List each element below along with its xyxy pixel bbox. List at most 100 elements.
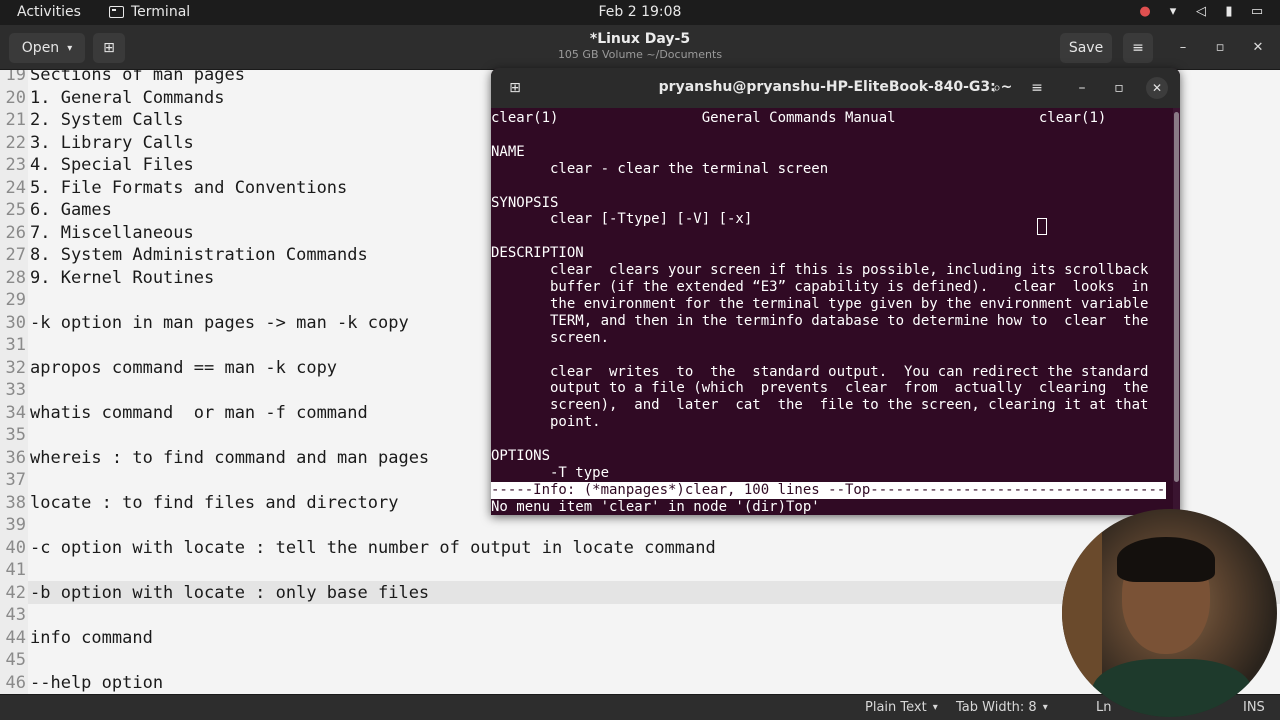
code-line[interactable]: -c option with locate : tell the number … <box>30 537 716 560</box>
code-line[interactable]: whereis : to find command and man pages <box>30 447 429 470</box>
search-icon[interactable]: ⌕ <box>981 74 1013 102</box>
terminal-line: NAME <box>491 143 525 160</box>
line-number: 41 <box>5 560 26 580</box>
terminal-line: DESCRIPTION <box>491 245 584 262</box>
code-line[interactable]: 4. Special Files <box>30 154 194 177</box>
code-line[interactable]: -b option with locate : only base files <box>30 582 429 605</box>
line-number: 20 <box>5 87 26 108</box>
line-number: 40 <box>5 537 26 558</box>
code-line[interactable]: 2. System Calls <box>30 109 184 132</box>
line-number: 21 <box>5 110 26 130</box>
line-number: 42 <box>5 582 26 603</box>
minimize-icon[interactable]: – <box>1172 37 1194 59</box>
line-number: 35 <box>5 425 26 445</box>
line-number: 30 <box>5 312 26 333</box>
terminal-line: clear(1) General Commands Manual clear(1… <box>491 110 1107 126</box>
system-tray[interactable]: ● ▾ ◁ ▮ ▭ <box>1137 4 1265 19</box>
line-number: 39 <box>5 515 26 535</box>
line-number: 23 <box>5 155 26 175</box>
hamburger-icon: ≡ <box>1132 40 1144 56</box>
line-number: 27 <box>5 245 26 265</box>
terminal-line: the environment for the terminal type gi… <box>491 295 1149 312</box>
terminal-line: -T type <box>491 464 610 481</box>
code-line[interactable]: 1. General Commands <box>30 87 224 110</box>
line-number: 43 <box>5 605 26 625</box>
code-line[interactable]: 8. System Administration Commands <box>30 244 368 267</box>
maximize-icon[interactable]: ▫ <box>1103 74 1135 102</box>
code-line[interactable]: locate : to find files and directory <box>30 492 398 515</box>
app-menu[interactable]: Terminal <box>109 4 190 20</box>
maximize-icon[interactable]: ▫ <box>1209 37 1231 59</box>
hamburger-icon[interactable]: ≡ <box>1021 74 1053 102</box>
code-line[interactable]: -k option in man pages -> man -k copy <box>30 312 409 335</box>
terminal-line: buffer (if the extended “E3” capability … <box>491 279 1149 295</box>
terminal-cursor <box>1037 218 1047 235</box>
terminal-scrollbar[interactable] <box>1173 108 1180 515</box>
code-line[interactable]: 7. Miscellaneous <box>30 222 194 245</box>
terminal-line: clear [-Ttype] [-V] [-x] <box>491 211 753 228</box>
echo-area: No menu item 'clear' in node '(dir)Top' <box>491 499 820 515</box>
clock-container: Feb 2 19:08 <box>0 4 1280 20</box>
line-number: 22 <box>5 132 26 153</box>
line-number: 19 <box>5 70 26 85</box>
language-label: Plain Text <box>865 700 927 715</box>
code-line[interactable]: 6. Games <box>30 199 112 222</box>
minimize-icon[interactable]: – <box>1066 74 1098 102</box>
code-line[interactable]: Sections of man pages <box>30 70 245 87</box>
terminal-line: clear - clear the terminal screen <box>491 160 829 177</box>
hamburger-menu-button[interactable]: ≡ <box>1123 33 1153 63</box>
app-name: Terminal <box>131 4 191 20</box>
editor-header-bar: Open ▾ ⊞ *Linux Day-5 105 GB Volume ~/Do… <box>0 25 1280 70</box>
info-mode-line: -----Info: (*manpages*)clear, 100 lines … <box>491 482 1166 499</box>
microphone-icon[interactable]: ▮ <box>1221 4 1237 19</box>
scrollbar-thumb[interactable] <box>1174 112 1179 482</box>
line-number: 45 <box>5 650 26 670</box>
terminal-line: point. <box>491 414 601 431</box>
code-line[interactable]: --help option <box>30 672 163 695</box>
terminal-line: screen), and later cat the file to the s… <box>491 397 1149 414</box>
language-selector[interactable]: Plain Text ▾ <box>865 700 938 715</box>
tab-width-label: Tab Width: 8 <box>956 700 1037 715</box>
terminal-content[interactable]: clear(1) General Commands Manual clear(1… <box>491 108 1173 515</box>
close-icon[interactable]: ✕ <box>1146 77 1168 99</box>
save-button[interactable]: Save <box>1060 33 1112 63</box>
tab-width-selector[interactable]: Tab Width: 8 ▾ <box>956 700 1048 715</box>
line-number: 31 <box>5 335 26 355</box>
line-number: 26 <box>5 222 26 243</box>
code-line[interactable]: whatis command or man -f command <box>30 402 368 425</box>
code-line[interactable]: info command <box>30 627 153 650</box>
line-number: 33 <box>5 380 26 400</box>
terminal-line: output to a file (which prevents clear f… <box>491 380 1149 397</box>
chevron-down-icon: ▾ <box>932 702 938 713</box>
terminal-line: screen. <box>491 329 610 346</box>
terminal-line: SYNOPSIS <box>491 194 559 211</box>
line-number: 32 <box>5 357 26 378</box>
webcam-person-shirt <box>1092 659 1252 717</box>
chevron-down-icon: ▾ <box>1042 702 1048 713</box>
terminal-header-bar: ⊞ pryanshu@pryanshu-HP-EliteBook-840-G3:… <box>491 68 1180 108</box>
webcam-overlay <box>1062 509 1277 717</box>
terminal-window[interactable]: ⊞ pryanshu@pryanshu-HP-EliteBook-840-G3:… <box>491 68 1180 515</box>
close-icon[interactable]: ✕ <box>1247 37 1269 59</box>
terminal-line: TERM, and then in the terminfo database … <box>491 312 1149 329</box>
line-number-gutter: 19 20 21 22 23 24 25 26 27 28 29 30 31 32 33 34 35 36 37 38… <box>0 70 28 694</box>
code-line[interactable]: 9. Kernel Routines <box>30 267 214 290</box>
line-number: 44 <box>5 627 26 648</box>
line-number: 34 <box>5 402 26 423</box>
line-number: 37 <box>5 470 26 490</box>
line-number: 28 <box>5 267 26 288</box>
code-line[interactable]: 3. Library Calls <box>30 132 194 155</box>
terminal-line: clear clears your screen if this is poss… <box>491 262 1149 279</box>
code-line[interactable]: 5. File Formats and Conventions <box>30 177 347 200</box>
bug-report-icon[interactable]: ● <box>1137 4 1153 19</box>
webcam-person-hair <box>1117 537 1215 582</box>
activities-button[interactable]: Activities <box>17 4 81 20</box>
battery-icon[interactable]: ▭ <box>1249 4 1265 19</box>
terminal-line: OPTIONS <box>491 448 551 464</box>
line-number: 36 <box>5 447 26 468</box>
wifi-icon[interactable]: ▾ <box>1165 4 1181 19</box>
clock[interactable]: Feb 2 19:08 <box>599 4 682 20</box>
volume-muted-icon[interactable]: ◁ <box>1193 4 1209 19</box>
code-line[interactable]: apropos command == man -k copy <box>30 357 337 380</box>
line-number: 24 <box>5 177 26 198</box>
